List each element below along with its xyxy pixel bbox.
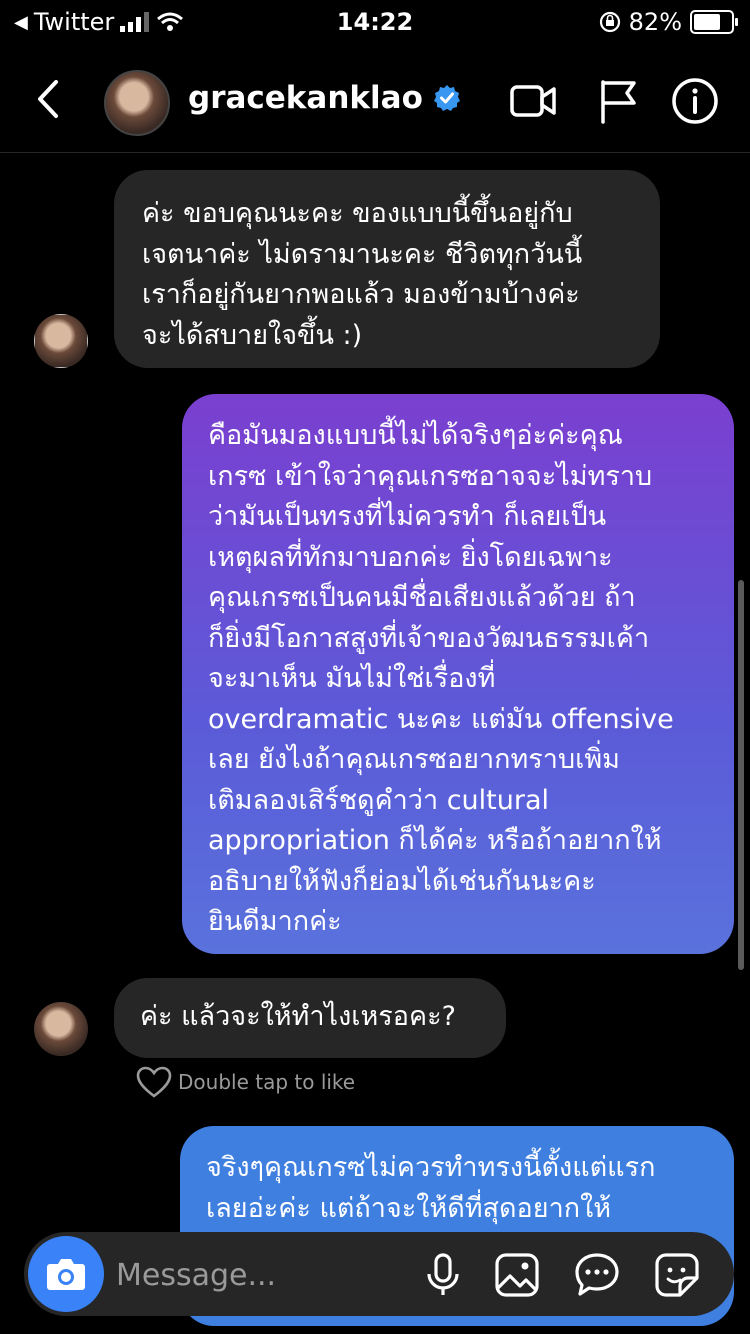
message-line: เหตุผลที่ทักมาบอกค่ะ ยิ่งโดยเฉพาะ bbox=[208, 541, 613, 573]
camera-button[interactable] bbox=[28, 1236, 104, 1312]
gallery-icon[interactable] bbox=[492, 1250, 542, 1300]
message-line: ก็ยิ่งมีโอกาสสูงที่เจ้าของวัฒนธรรมเค้า bbox=[208, 622, 650, 654]
message-line: คือมันมองแบบนี้ไม่ได้จริงๆอ่ะค่ะคุณ bbox=[208, 420, 623, 451]
message-line: ยินดีมากค่ะ bbox=[208, 906, 342, 937]
double-tap-text: Double tap to like bbox=[178, 1070, 356, 1094]
message-line: เราก็อยู่กันยากพอแล้ว มองข้ามบ้างค่ะ bbox=[142, 279, 580, 310]
message-composer bbox=[24, 1232, 734, 1318]
message-line: ค่ะ ขอบคุณนะคะ ของแบบนี้ขึ้นอยู่กับ bbox=[142, 198, 573, 229]
message-line: เลยอ่ะค่ะ แต่ถ้าจะให้ดีที่สุดอยากให้ bbox=[206, 1192, 612, 1224]
flag-icon[interactable] bbox=[594, 76, 644, 126]
message-line: appropriation ก็ได้ค่ะ หรือถ้าอยากให้ bbox=[208, 825, 662, 856]
outgoing-message[interactable]: คือมันมองแบบนี้ไม่ได้จริงๆอ่ะค่ะคุณ เกรซ… bbox=[182, 394, 734, 954]
battery-icon bbox=[690, 10, 738, 34]
chat-bubble-icon[interactable] bbox=[572, 1250, 622, 1300]
message-line: เติมลองเสิร์ชดูคำว่า cultural bbox=[208, 784, 550, 816]
double-tap-like-hint[interactable]: Double tap to like bbox=[136, 1066, 355, 1098]
battery-percent: 82% bbox=[628, 8, 682, 36]
sticker-icon[interactable] bbox=[652, 1250, 702, 1300]
message-line: ว่ามันเป็นทรงที่ไม่ควรทำ ก็เลยเป็น bbox=[208, 501, 607, 532]
profile-avatar[interactable] bbox=[104, 70, 170, 136]
message-line: เลย ยังไงถ้าคุณเกรซอยากทราบเพิ่ม bbox=[208, 744, 620, 775]
username[interactable]: gracekanklao bbox=[188, 80, 461, 116]
sender-avatar[interactable] bbox=[34, 1002, 88, 1056]
message-line: overdramatic นะคะ แต่มัน offensive bbox=[208, 703, 674, 735]
username-text: gracekanklao bbox=[188, 80, 423, 116]
chat-header: gracekanklao bbox=[0, 54, 750, 153]
message-input[interactable] bbox=[114, 1232, 408, 1318]
message-line: ค่ะ แล้วจะให้ทำไงเหรอคะ? bbox=[140, 1001, 456, 1032]
message-line: จริงๆคุณเกรซไม่ควรทำทรงนี้ตั้งแต่แรก bbox=[206, 1152, 656, 1183]
message-line: อธิบายให้ฟังก็ย่อมได้เช่นกันนะคะ bbox=[208, 865, 596, 897]
incoming-message[interactable]: ค่ะ แล้วจะให้ทำไงเหรอคะ? bbox=[114, 978, 506, 1058]
incoming-message[interactable]: ค่ะ ขอบคุณนะคะ ของแบบนี้ขึ้นอยู่กับ เจตน… bbox=[114, 170, 660, 368]
orientation-lock-icon bbox=[599, 11, 620, 33]
message-line: จะมาเห็น มันไม่ใช่เรื่องที่ bbox=[208, 663, 496, 694]
sender-avatar[interactable] bbox=[34, 314, 88, 368]
verified-badge-icon bbox=[433, 85, 460, 111]
camera-icon bbox=[47, 1259, 85, 1290]
scrollbar[interactable] bbox=[738, 580, 744, 970]
message-line: เกรซ เข้าใจว่าคุณเกรซอาจจะไม่ทราบ bbox=[208, 460, 653, 492]
status-bar: ◀ Twitter 14:22 82% bbox=[0, 0, 750, 44]
video-call-icon[interactable] bbox=[508, 76, 558, 126]
message-line: จะได้สบายใจขึ้น :) bbox=[142, 319, 363, 351]
heart-icon bbox=[136, 1066, 172, 1098]
message-line: เจตนาค่ะ ไม่ดรามานะคะ ชีวิตทุกวันนี้ bbox=[142, 238, 583, 270]
info-icon[interactable] bbox=[670, 76, 720, 126]
back-arrow-icon[interactable] bbox=[30, 74, 70, 124]
message-line: คุณเกรซเป็นคนมีชื่อเสียงแล้วด้วย ถ้า bbox=[208, 582, 636, 613]
microphone-icon[interactable] bbox=[418, 1250, 468, 1300]
